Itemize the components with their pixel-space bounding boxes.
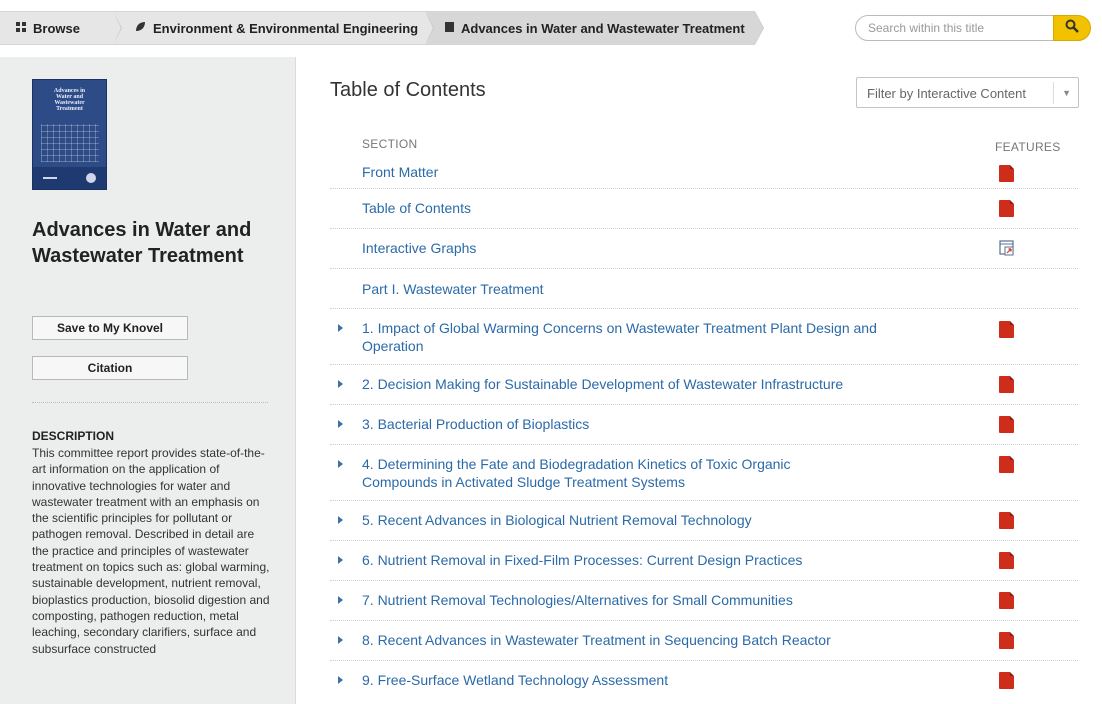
toc-link-front-matter[interactable]: Front Matter [362,163,438,181]
breadcrumb-category-label: Environment & Environmental Engineering [153,20,419,36]
pdf-icon[interactable] [999,200,1017,218]
main-content: Table of Contents Filter by Interactive … [296,57,1102,704]
expand-arrow-icon[interactable] [338,516,343,524]
search-icon [1065,19,1079,38]
sidebar: Advances in Water and Wastewater Treatme… [0,57,296,704]
toc-row: Table of Contents [330,189,1078,229]
toc-link-table-of-contents[interactable]: Table of Contents [362,199,471,217]
filter-label: Filter by Interactive Content [867,86,1026,101]
description-text: This committee report provides state-of-… [32,446,270,656]
leaf-icon [135,21,146,35]
toc-row: Part I. Wastewater Treatment [330,269,1078,309]
interactive-graph-icon[interactable] [999,240,1017,258]
column-header-features: FEATURES [995,140,1061,154]
toc-row: 8. Recent Advances in Wastewater Treatme… [330,621,1078,661]
toc-link-chapter-5[interactable]: 5. Recent Advances in Biological Nutrien… [362,511,752,529]
expand-arrow-icon[interactable] [338,636,343,644]
breadcrumb-browse[interactable]: Browse [0,11,122,45]
toc-link-chapter-1[interactable]: 1. Impact of Global Warming Concerns on … [362,319,902,355]
book-title: Advances in Water and Wastewater Treatme… [32,219,252,267]
pdf-icon[interactable] [999,376,1017,394]
toc-list: Front Matter Table of Contents Interacti… [330,153,1078,701]
toc-row: 9. Free-Surface Wetland Technology Asses… [330,661,1078,701]
top-bar: Browse Environment & Environmental Engin… [0,0,1102,57]
pdf-icon[interactable] [999,592,1017,610]
book-icon [445,21,454,35]
toc-link-chapter-7[interactable]: 7. Nutrient Removal Technologies/Alterna… [362,591,793,609]
expand-arrow-icon[interactable] [338,676,343,684]
toc-row: 7. Nutrient Removal Technologies/Alterna… [330,581,1078,621]
toc-link-interactive-graphs[interactable]: Interactive Graphs [362,239,476,257]
book-cover[interactable]: Advances in Water and Wastewater Treatme… [32,79,107,190]
toc-row: 4. Determining the Fate and Biodegradati… [330,445,1078,501]
toc-link-chapter-3[interactable]: 3. Bacterial Production of Bioplastics [362,415,589,433]
interactive-content-filter-select[interactable]: Filter by Interactive Content ▼ [856,77,1079,108]
toc-link-part-i[interactable]: Part I. Wastewater Treatment [362,280,544,298]
chevron-down-icon: ▼ [1062,88,1071,98]
toc-row: 2. Decision Making for Sustainable Devel… [330,365,1078,405]
filter-separator [1053,82,1054,104]
breadcrumb-title-label: Advances in Water and Wastewater Treatme… [461,20,745,36]
toc-link-chapter-9[interactable]: 9. Free-Surface Wetland Technology Asses… [362,671,668,689]
toc-row: 1. Impact of Global Warming Concerns on … [330,309,1078,365]
save-to-my-knovel-button[interactable]: Save to My Knovel [32,316,188,340]
toc-link-chapter-4[interactable]: 4. Determining the Fate and Biodegradati… [362,455,842,491]
pdf-icon[interactable] [999,632,1017,650]
toc-link-chapter-2[interactable]: 2. Decision Making for Sustainable Devel… [362,375,843,393]
page-title: Table of Contents [330,79,486,101]
toc-row: 5. Recent Advances in Biological Nutrien… [330,501,1078,541]
cover-text: Advances in Water and Wastewater Treatme… [53,88,86,112]
column-header-section: SECTION [362,137,418,151]
cover-graphic [41,124,99,162]
pdf-icon[interactable] [999,672,1017,690]
expand-arrow-icon[interactable] [338,380,343,388]
expand-arrow-icon[interactable] [338,324,343,332]
expand-arrow-icon[interactable] [338,556,343,564]
breadcrumb-current-title[interactable]: Advances in Water and Wastewater Treatme… [425,11,764,45]
toc-row: 3. Bacterial Production of Bioplastics [330,405,1078,445]
search-input[interactable] [855,15,1075,41]
breadcrumb: Browse Environment & Environmental Engin… [0,11,764,45]
toc-row: Interactive Graphs [330,229,1078,269]
divider [32,402,268,403]
pdf-icon[interactable] [999,165,1017,183]
pdf-icon[interactable] [999,456,1017,474]
breadcrumb-category[interactable]: Environment & Environmental Engineering [113,11,434,45]
cover-publisher-mark [43,177,57,179]
toc-link-chapter-6[interactable]: 6. Nutrient Removal in Fixed-Film Proces… [362,551,802,569]
toc-row: Front Matter [330,153,1078,189]
description-heading: DESCRIPTION [32,429,115,443]
breadcrumb-browse-label: Browse [33,20,80,36]
expand-arrow-icon[interactable] [338,596,343,604]
pdf-icon[interactable] [999,512,1017,530]
grid-icon [16,21,26,35]
citation-button[interactable]: Citation [32,356,188,380]
title-search [855,15,1091,41]
toc-row: 6. Nutrient Removal in Fixed-Film Proces… [330,541,1078,581]
pdf-icon[interactable] [999,321,1017,339]
cover-seal [86,173,96,183]
pdf-icon[interactable] [999,416,1017,434]
toc-link-chapter-8[interactable]: 8. Recent Advances in Wastewater Treatme… [362,631,831,649]
pdf-icon[interactable] [999,552,1017,570]
expand-arrow-icon[interactable] [338,460,343,468]
search-button[interactable] [1053,15,1091,41]
expand-arrow-icon[interactable] [338,420,343,428]
